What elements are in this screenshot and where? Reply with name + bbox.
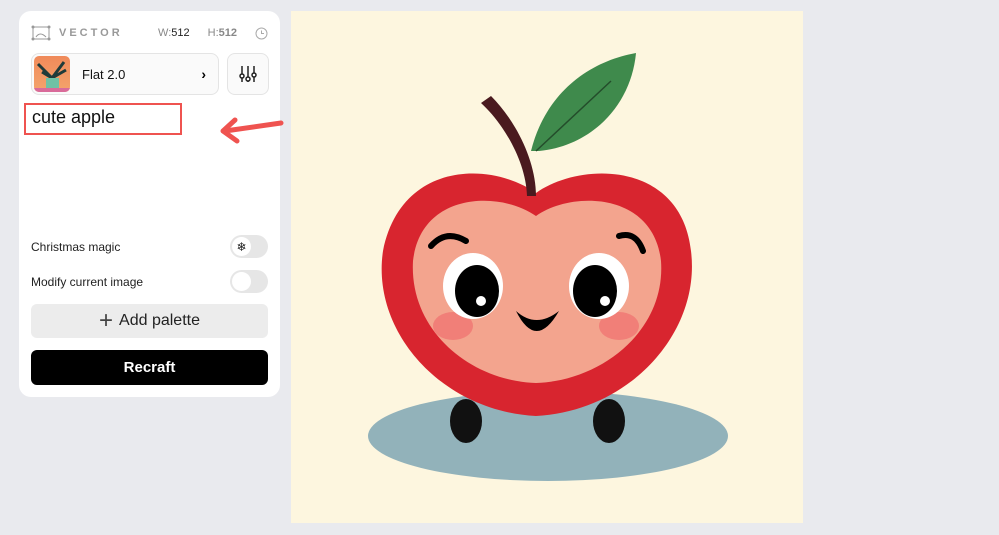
mode-label: VECTOR <box>59 27 123 39</box>
christmas-magic-row: Christmas magic ❄ <box>31 235 268 258</box>
snowflake-icon: ❄ <box>236 239 247 254</box>
modify-image-toggle[interactable] <box>230 270 268 293</box>
panel-header: VECTOR W:512 H:512 <box>31 25 268 41</box>
prompt-input[interactable]: cute apple <box>24 103 182 135</box>
plus-icon: + <box>99 307 114 334</box>
chevron-right-icon: › <box>201 66 206 82</box>
settings-button[interactable] <box>227 53 269 95</box>
width-field[interactable]: W:512 <box>158 27 190 39</box>
history-icon[interactable] <box>255 27 268 40</box>
sliders-icon <box>239 66 257 82</box>
add-palette-button[interactable]: + Add palette <box>31 304 268 338</box>
add-palette-label: Add palette <box>119 312 200 329</box>
width-label: W: <box>158 27 172 39</box>
modify-image-row: Modify current image <box>31 270 268 293</box>
style-name: Flat 2.0 <box>82 66 126 82</box>
recraft-button[interactable]: Recraft <box>31 350 268 385</box>
vector-image-icon <box>31 25 51 41</box>
height-label: H: <box>207 27 219 39</box>
generation-panel: VECTOR W:512 H:512 Flat 2.0 › cute apple… <box>19 11 284 397</box>
christmas-magic-toggle[interactable]: ❄ <box>230 235 268 258</box>
modify-image-label: Modify current image <box>31 274 144 289</box>
style-thumbnail <box>34 56 70 92</box>
height-field[interactable]: H:512 <box>208 27 237 39</box>
height-value: 512 <box>218 27 237 39</box>
annotation-arrow <box>220 117 284 144</box>
apple-illustration <box>368 53 728 481</box>
christmas-magic-label: Christmas magic <box>31 239 121 254</box>
generated-image[interactable] <box>291 11 803 523</box>
style-selector[interactable]: Flat 2.0 › <box>31 53 219 95</box>
width-value: 512 <box>171 27 190 39</box>
